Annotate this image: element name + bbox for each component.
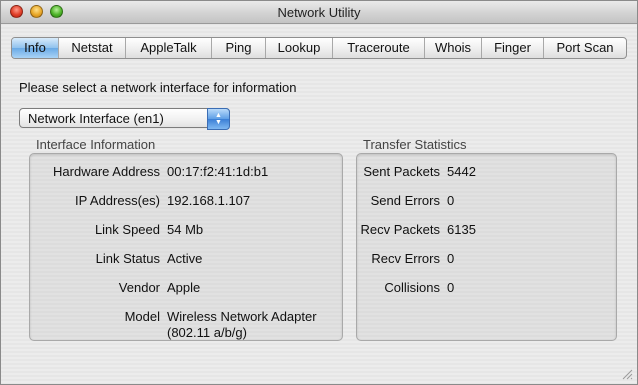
tab-lookup[interactable]: Lookup xyxy=(266,38,333,58)
transfer-statistics-box: Sent Packets 5442 Send Errors 0 Recv Pac… xyxy=(356,153,617,341)
tab-appletalk[interactable]: AppleTalk xyxy=(126,38,212,58)
link-status-label: Link Status xyxy=(95,251,160,266)
hardware-address-label: Hardware Address xyxy=(53,164,160,179)
vendor-value: Apple xyxy=(167,280,201,295)
network-interface-popup[interactable]: Network Interface (en1) ▲ ▼ xyxy=(19,108,230,130)
tab-whois[interactable]: Whois xyxy=(425,38,482,58)
ip-addresses-label: IP Address(es) xyxy=(74,193,160,208)
network-utility-window: Network Utility Info Netstat AppleTalk P… xyxy=(0,0,638,385)
send-errors-value: 0 xyxy=(447,193,455,208)
model-label: Model xyxy=(124,309,160,324)
collisions-value: 0 xyxy=(447,280,455,295)
vendor-label: Vendor xyxy=(118,280,160,295)
model-value-line1: Wireless Network Adapter xyxy=(167,309,317,324)
popup-arrows-icon: ▲ ▼ xyxy=(207,108,230,130)
tab-info[interactable]: Info xyxy=(12,38,59,58)
recv-errors-label: Recv Errors xyxy=(371,251,440,266)
tab-traceroute[interactable]: Traceroute xyxy=(333,38,425,58)
recv-errors-value: 0 xyxy=(447,251,455,266)
link-speed-label: Link Speed xyxy=(94,222,160,237)
resize-grip-icon[interactable] xyxy=(621,368,633,380)
model-value-line2: (802.11 a/b/g) xyxy=(167,325,247,340)
title-bar[interactable]: Network Utility xyxy=(1,1,637,24)
transfer-statistics-title: Transfer Statistics xyxy=(363,137,467,152)
sent-packets-label: Sent Packets xyxy=(363,164,440,179)
tab-netstat[interactable]: Netstat xyxy=(59,38,126,58)
interface-information-title: Interface Information xyxy=(36,137,156,152)
send-errors-label: Send Errors xyxy=(370,193,440,208)
recv-packets-value: 6135 xyxy=(447,222,476,237)
window-title: Network Utility xyxy=(277,5,361,20)
tab-finger[interactable]: Finger xyxy=(482,38,544,58)
link-speed-value: 54 Mb xyxy=(167,222,204,237)
popup-selected-value: Network Interface (en1) xyxy=(28,111,164,126)
recv-packets-label: Recv Packets xyxy=(360,222,440,237)
tab-bar: Info Netstat AppleTalk Ping Lookup Trace… xyxy=(11,37,627,59)
collisions-label: Collisions xyxy=(384,280,440,295)
interface-information-box: Hardware Address 00:17:f2:41:1d:b1 IP Ad… xyxy=(29,153,343,341)
link-status-value: Active xyxy=(167,251,203,266)
tab-port-scan[interactable]: Port Scan xyxy=(544,38,626,58)
tab-ping[interactable]: Ping xyxy=(212,38,266,58)
hardware-address-value: 00:17:f2:41:1d:b1 xyxy=(167,164,269,179)
ip-addresses-value: 192.168.1.107 xyxy=(167,193,251,208)
interface-prompt: Please select a network interface for in… xyxy=(19,80,297,95)
sent-packets-value: 5442 xyxy=(447,164,476,179)
